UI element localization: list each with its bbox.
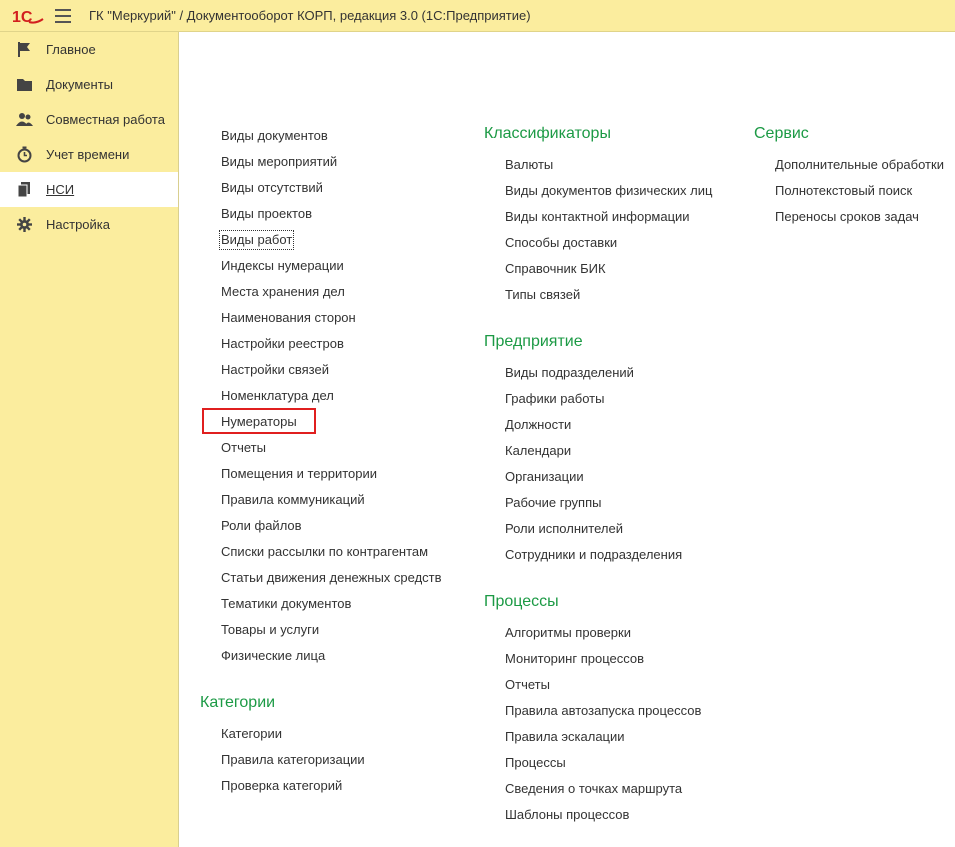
nav-link[interactable]: Правила категоризации xyxy=(221,752,365,768)
nav-link[interactable]: Правила автозапуска процессов xyxy=(505,703,701,719)
nav-link[interactable]: Настройки связей xyxy=(221,362,329,378)
nav-link[interactable]: Процессы xyxy=(505,755,566,771)
sidebar-item-documents[interactable]: Документы xyxy=(0,67,178,102)
nav-link[interactable]: Валюты xyxy=(505,157,553,173)
nav-link[interactable]: Организации xyxy=(505,469,584,485)
nav-link[interactable]: Виды документов xyxy=(221,128,328,144)
gear-icon xyxy=(17,217,32,232)
nav-link[interactable]: Переносы сроков задач xyxy=(775,209,919,225)
sidebar-item-label: Совместная работа xyxy=(46,112,165,127)
title-bar: 1С ГК "Меркурий" / Документооборот КОРП,… xyxy=(0,0,955,32)
books-icon xyxy=(17,182,30,198)
section-heading: Категории xyxy=(200,694,276,711)
nav-link[interactable]: Нумераторы xyxy=(221,414,297,430)
nav-link[interactable]: Правила коммуникаций xyxy=(221,492,365,508)
sidebar-item-main[interactable]: Главное xyxy=(0,32,178,67)
nav-link[interactable]: Мониторинг процессов xyxy=(505,651,644,667)
nav-link[interactable]: Шаблоны процессов xyxy=(505,807,629,823)
nav-link[interactable]: Рабочие группы xyxy=(505,495,601,511)
1c-logo-icon: 1С xyxy=(12,9,44,25)
nav-link[interactable]: Должности xyxy=(505,417,571,433)
nav-link[interactable]: Товары и услуги xyxy=(221,622,319,638)
reference-data-panel: Виды документов Виды мероприятий Виды отсу… xyxy=(179,32,955,847)
nav-link[interactable]: Роли исполнителей xyxy=(505,521,623,537)
nav-link[interactable]: Статьи движения денежных средств xyxy=(221,570,442,586)
nav-link[interactable]: Номенклатура дел xyxy=(221,388,334,404)
sidebar-item-label: НСИ xyxy=(46,182,75,197)
sections-panel: Главное Документы Совместная работа Учет… xyxy=(0,32,179,847)
nav-link[interactable]: Наименования сторон xyxy=(221,310,356,326)
section-heading: Предприятие xyxy=(484,333,583,350)
sidebar-item-label: Настройка xyxy=(46,217,110,232)
nav-link[interactable]: Справочник БИК xyxy=(505,261,606,277)
nav-link[interactable]: Помещения и территории xyxy=(221,466,377,482)
timer-icon xyxy=(17,146,32,163)
nav-link[interactable]: Дополнительные обработки xyxy=(775,157,944,173)
window-title: ГК "Меркурий" / Документооборот КОРП, ре… xyxy=(89,8,531,23)
nav-link[interactable]: Проверка категорий xyxy=(221,778,342,794)
nav-link[interactable]: Настройки реестров xyxy=(221,336,344,352)
nav-link[interactable]: Списки рассылки по контрагентам xyxy=(221,544,428,560)
nav-link[interactable]: Виды работ xyxy=(218,230,295,250)
nav-link[interactable]: Виды мероприятий xyxy=(221,154,337,170)
flag-icon xyxy=(18,42,30,57)
nav-link[interactable]: Типы связей xyxy=(505,287,580,303)
nav-link[interactable]: Виды контактной информации xyxy=(505,209,690,225)
nav-link[interactable]: Физические лица xyxy=(221,648,325,664)
people-icon xyxy=(16,113,33,126)
nav-link[interactable]: Отчеты xyxy=(505,677,550,693)
sidebar-item-time-tracking[interactable]: Учет времени xyxy=(0,137,178,172)
nav-link[interactable]: Индексы нумерации xyxy=(221,258,344,274)
nav-link[interactable]: Полнотекстовый поиск xyxy=(775,183,912,199)
nav-link[interactable]: Календари xyxy=(505,443,571,459)
nav-link[interactable]: Отчеты xyxy=(221,440,266,456)
sidebar-item-label: Документы xyxy=(46,77,114,92)
nav-link[interactable]: Алгоритмы проверки xyxy=(505,625,631,641)
sidebar-item-settings[interactable]: Настройка xyxy=(0,207,178,242)
nav-link[interactable]: Виды проектов xyxy=(221,206,312,222)
nav-link[interactable]: Способы доставки xyxy=(505,235,617,251)
nav-link[interactable]: Графики работы xyxy=(505,391,604,407)
nav-link[interactable]: Сотрудники и подразделения xyxy=(505,547,682,563)
sidebar-item-reference-data[interactable]: НСИ xyxy=(0,172,178,207)
nav-link[interactable]: Категории xyxy=(221,726,282,742)
nav-link[interactable]: Роли файлов xyxy=(221,518,302,534)
nav-link[interactable]: Виды отсутствий xyxy=(221,180,323,196)
sidebar-item-label: Главное xyxy=(46,42,96,57)
nav-link[interactable]: Виды подразделений xyxy=(505,365,634,381)
section-heading: Сервис xyxy=(754,125,809,142)
nav-link[interactable]: Виды документов физических лиц xyxy=(505,183,712,199)
sidebar-item-collaboration[interactable]: Совместная работа xyxy=(0,102,178,137)
nav-link[interactable]: Места хранения дел xyxy=(221,284,345,300)
nav-link[interactable]: Правила эскалации xyxy=(505,729,625,745)
nav-link[interactable]: Тематики документов xyxy=(221,596,351,612)
main-menu-icon[interactable] xyxy=(55,9,71,23)
sidebar-item-label: Учет времени xyxy=(46,147,130,162)
section-heading: Процессы xyxy=(484,593,559,610)
nav-link[interactable]: Сведения о точках маршрута xyxy=(505,781,682,797)
folder-icon xyxy=(17,79,32,91)
section-heading: Классификаторы xyxy=(484,125,611,142)
